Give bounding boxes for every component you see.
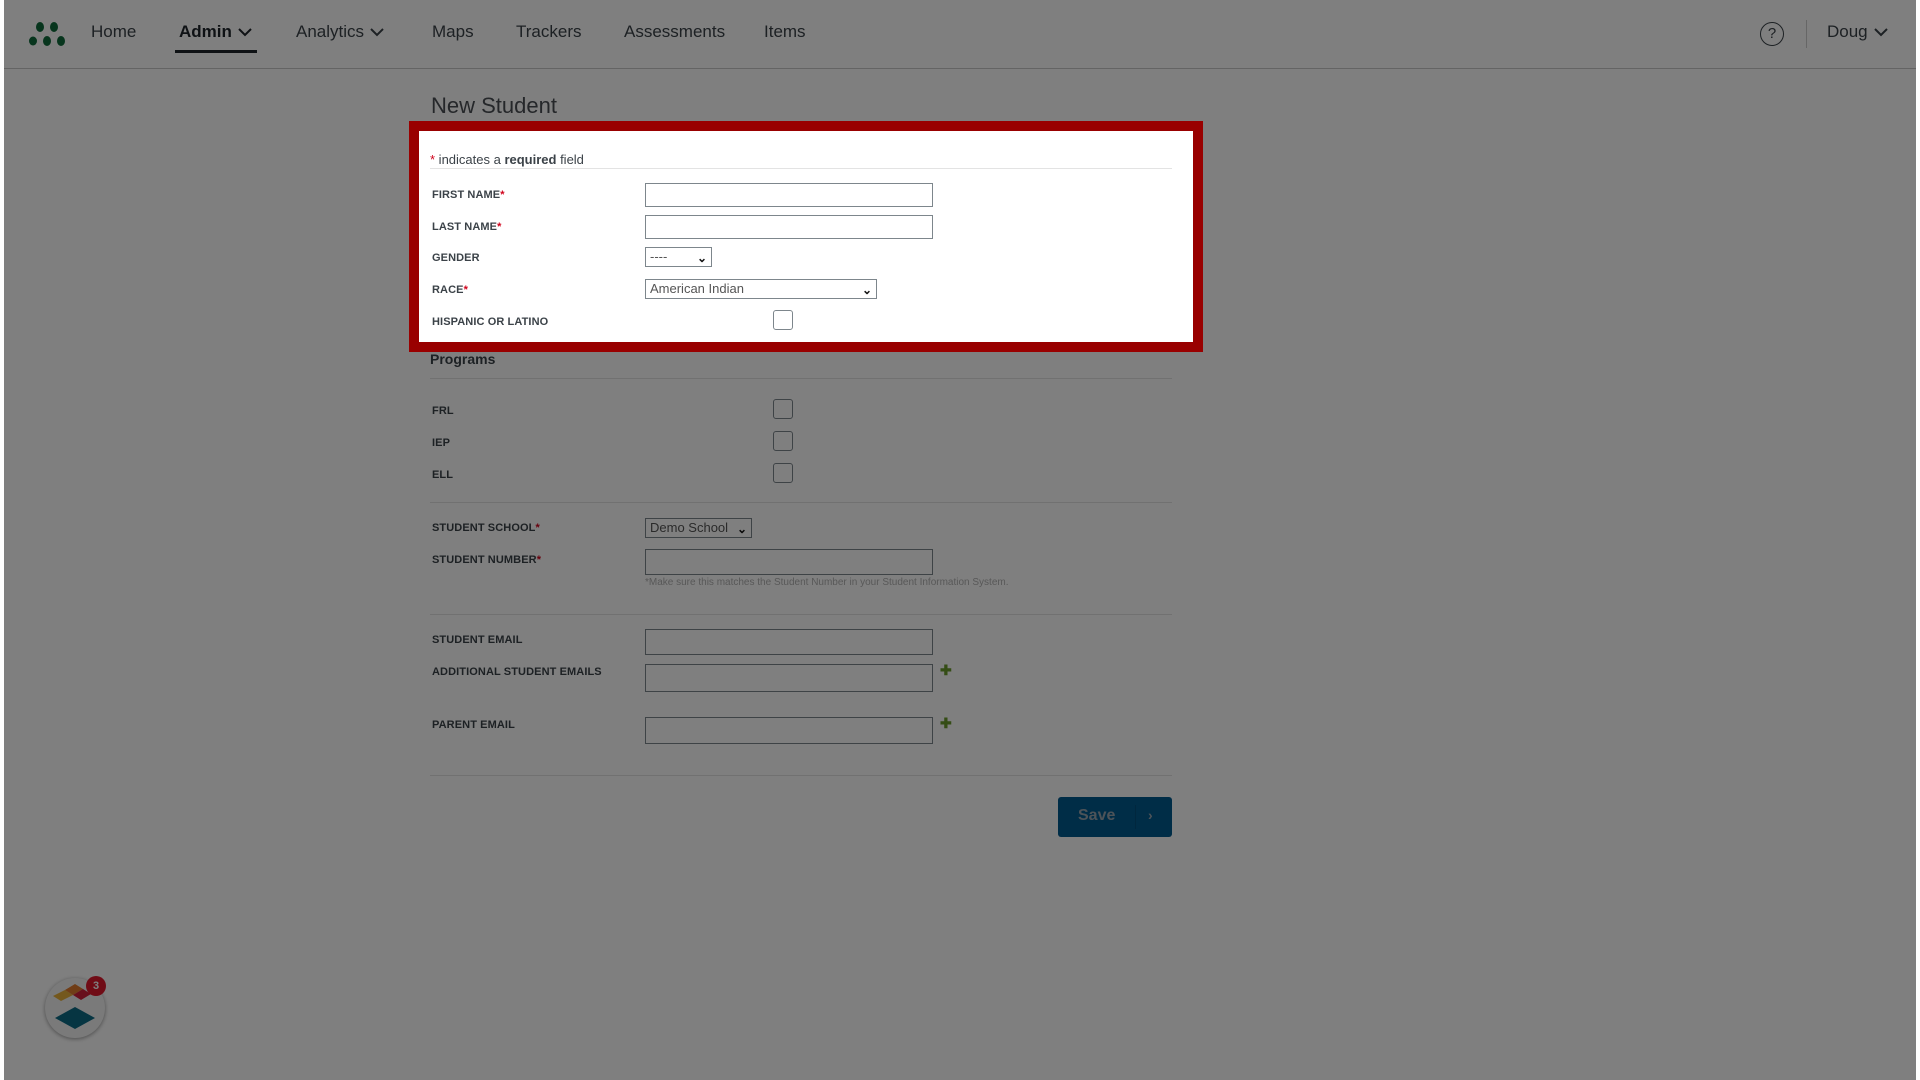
required-star: * — [497, 221, 502, 233]
required-note: * indicates a required field — [430, 152, 584, 167]
first-name-input[interactable] — [645, 183, 933, 207]
race-selected: American Indian — [650, 281, 744, 296]
divider — [430, 168, 1172, 169]
gender-selected: ---- — [650, 249, 668, 264]
required-star: * — [463, 284, 468, 296]
race-label: RACE* — [432, 284, 468, 296]
last-name-label: LAST NAME* — [432, 221, 501, 233]
required-note-tail: field — [556, 152, 584, 167]
gender-select[interactable]: ---- ⌄ — [645, 247, 712, 267]
dim-overlay — [0, 121, 409, 352]
hispanic-label: HISPANIC OR LATINO — [432, 316, 549, 328]
chevron-down-icon: ⌄ — [861, 283, 872, 297]
screen-edge — [0, 0, 4, 1080]
chevron-down-icon: ⌄ — [696, 251, 707, 265]
label-text: FIRST NAME — [432, 189, 501, 201]
race-select[interactable]: American Indian ⌄ — [645, 279, 877, 299]
dim-overlay — [0, 352, 1920, 1080]
hispanic-checkbox[interactable] — [773, 310, 793, 330]
last-name-input[interactable] — [645, 215, 933, 239]
required-note-text: indicates a — [435, 152, 505, 167]
screen-edge — [1916, 0, 1920, 1080]
label-text: LAST NAME — [432, 221, 498, 233]
dim-overlay — [1203, 121, 1920, 352]
required-note-bold: required — [504, 152, 557, 167]
required-star: * — [500, 189, 505, 201]
gender-label: GENDER — [432, 252, 480, 264]
first-name-label: FIRST NAME* — [432, 189, 505, 201]
dim-overlay — [0, 0, 1920, 121]
label-text: RACE — [432, 284, 464, 296]
